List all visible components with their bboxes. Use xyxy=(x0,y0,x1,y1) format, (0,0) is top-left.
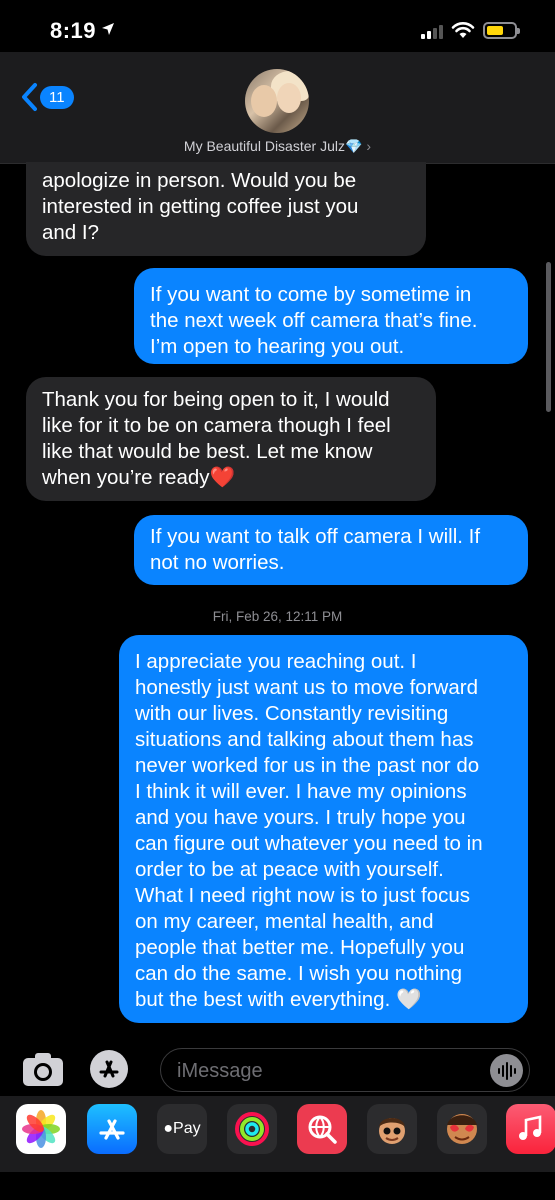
message-line: like for it to be on camera though I fee… xyxy=(42,414,391,437)
message-line: If you want to come by sometime in xyxy=(150,283,472,306)
apple-logo-icon: ● xyxy=(163,1120,174,1137)
audio-message-button[interactable] xyxy=(490,1054,523,1087)
scrollbar[interactable] xyxy=(546,262,551,412)
message-timestamp: Fri, Feb 26, 12:11 PM xyxy=(0,609,555,624)
message-line: not no worries. xyxy=(150,551,285,574)
contact-name: My Beautiful Disaster Julz💎 xyxy=(183,138,363,154)
message-line: I appreciate you reaching out. I xyxy=(135,650,417,673)
memoji-stickers-app-button[interactable] xyxy=(437,1104,487,1154)
home-indicator-area xyxy=(0,1172,555,1200)
unread-count-badge: 11 xyxy=(40,85,74,109)
message-line: honestly just want us to move forward xyxy=(135,676,478,699)
timestamp-time: 12:11 PM xyxy=(285,609,343,624)
message-line: when you’re ready❤️ xyxy=(42,466,236,489)
app-store-button[interactable] xyxy=(90,1050,128,1088)
photos-icon xyxy=(22,1110,60,1148)
message-input-placeholder: iMessage xyxy=(177,1060,263,1082)
message-bubble-sent[interactable]: I appreciate you reaching out. I honestl… xyxy=(119,635,528,1023)
timestamp-day: Fri, Feb 26, xyxy=(212,609,282,624)
memoji-app-button[interactable] xyxy=(367,1104,417,1154)
message-line: and I? xyxy=(42,221,99,244)
web-search-app-button[interactable] xyxy=(297,1104,347,1154)
contact-name-button[interactable]: My Beautiful Disaster Julz💎 › xyxy=(0,138,555,155)
chevron-left-icon xyxy=(22,83,37,111)
battery-icon xyxy=(483,22,520,39)
message-bubble-received[interactable]: Thank you for being open to it, I would … xyxy=(26,377,436,501)
activity-icon xyxy=(235,1112,269,1146)
message-line: can figure out whatever you need to in xyxy=(135,832,483,855)
message-bubble-sent[interactable]: If you want to talk off camera I will. I… xyxy=(134,515,528,585)
music-app-button[interactable] xyxy=(506,1104,555,1154)
app-store-icon xyxy=(99,1060,119,1078)
status-bar: 8:19 xyxy=(0,0,555,60)
message-line: order to be at peace with yourself. xyxy=(135,858,444,881)
message-line: I’m open to hearing you out. xyxy=(150,335,405,358)
contact-avatar[interactable] xyxy=(245,69,309,133)
message-line: like that would be best. Let me know xyxy=(42,440,373,463)
status-time: 8:19 xyxy=(50,18,97,43)
message-line: can do the same. I wish you nothing xyxy=(135,962,463,985)
message-line: What I need right now is to just focus xyxy=(135,884,470,907)
memoji-icon xyxy=(379,1118,405,1144)
activity-app-button[interactable] xyxy=(227,1104,277,1154)
apple-pay-label: Pay xyxy=(173,1120,201,1137)
photos-app-button[interactable] xyxy=(16,1104,66,1154)
chevron-right-icon: › xyxy=(366,138,372,154)
memoji-stickers-icon xyxy=(447,1114,477,1144)
message-line: If you want to talk off camera I will. I… xyxy=(150,525,481,548)
music-icon xyxy=(519,1115,542,1140)
message-line: never worked for us in the past nor do xyxy=(135,754,480,777)
waveform-icon xyxy=(497,1061,516,1080)
apple-pay-icon: ●Pay xyxy=(163,1120,200,1138)
message-bubble-sent[interactable]: If you want to come by sometime in the n… xyxy=(134,268,528,364)
message-bubble-received[interactable]: apologize in person. Would you be intere… xyxy=(26,162,426,256)
message-line: apologize in person. Would you be xyxy=(42,169,357,192)
message-line: Thank you for being open to it, I would xyxy=(42,388,390,411)
message-line: with our lives. Constantly revisiting xyxy=(135,702,449,725)
app-store-icon xyxy=(99,1119,125,1140)
conversation-header: 11 My Beautiful Disaster Julz💎 › xyxy=(0,52,555,164)
message-line: on my career, mental health, and xyxy=(135,910,434,933)
message-line: and you have yours. I truly hope you xyxy=(135,806,466,829)
apple-pay-app-button[interactable]: ●Pay xyxy=(157,1104,207,1154)
message-line: people that better me. Hopefully you xyxy=(135,936,465,959)
camera-icon[interactable] xyxy=(22,1051,64,1087)
message-line: but the best with everything. 🤍 xyxy=(135,988,422,1011)
app-store-app-button[interactable] xyxy=(87,1104,137,1154)
back-button[interactable]: 11 xyxy=(20,82,74,112)
cellular-signal-icon xyxy=(421,25,443,39)
location-arrow-icon xyxy=(102,23,114,35)
message-line: the next week off camera that’s fine. xyxy=(150,309,478,332)
message-line: I think it will ever. I have my opinions xyxy=(135,780,467,803)
message-line: situations and talking about them has xyxy=(135,728,474,751)
web-search-icon xyxy=(308,1115,337,1144)
wifi-icon xyxy=(451,22,475,38)
message-line: interested in getting coffee just you xyxy=(42,195,359,218)
message-input[interactable]: iMessage xyxy=(160,1048,530,1092)
